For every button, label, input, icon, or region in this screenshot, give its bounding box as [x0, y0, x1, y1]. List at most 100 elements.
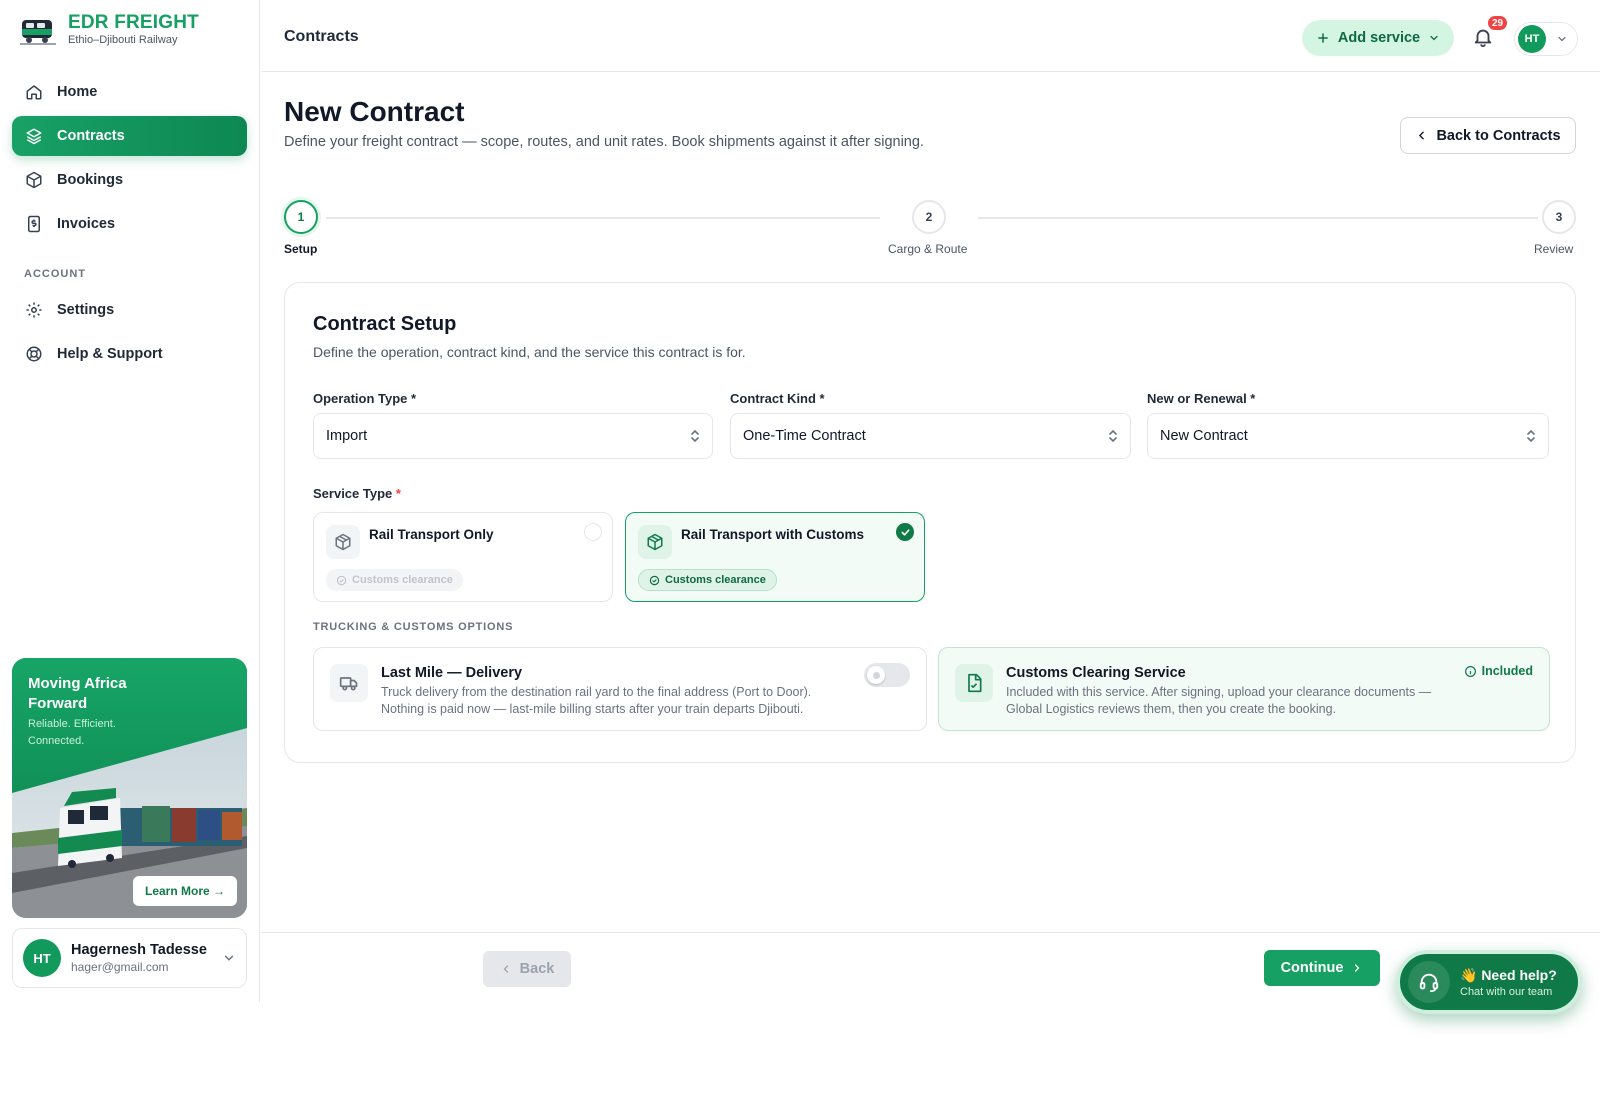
- chevron-down-icon: [1558, 36, 1566, 42]
- page-title: New Contract: [284, 96, 465, 127]
- sidebar-item-home[interactable]: Home: [12, 72, 247, 112]
- card-subtitle: Define the operation, contract kind, and…: [313, 344, 746, 360]
- chevron-updown-icon: [1109, 429, 1117, 443]
- step-3-label: Review: [1534, 242, 1574, 256]
- new-or-renewal-select[interactable]: New Contract: [1147, 413, 1549, 459]
- sidebar-item-settings[interactable]: Settings: [12, 290, 247, 330]
- last-mile-option: Last Mile — Delivery Truck delivery from…: [313, 647, 927, 731]
- stepper: 1 Setup 2 Cargo & Route 3 Review: [284, 200, 1576, 260]
- back-to-contracts-label: Back to Contracts: [1436, 127, 1561, 144]
- customs-clearing-option: Customs Clearing Service Included with t…: [938, 647, 1550, 731]
- included-label: Included: [1481, 664, 1533, 678]
- continue-button[interactable]: Continue: [1264, 950, 1380, 986]
- user-menu[interactable]: HT: [1514, 22, 1578, 56]
- promo-subtitle: Reliable. Efficient. Connected.: [28, 718, 116, 747]
- sidebar-item-label: Invoices: [57, 216, 116, 232]
- service-option-rail-only[interactable]: Rail Transport Only Customs clearance: [313, 512, 613, 602]
- service-option-title: Rail Transport Only: [369, 527, 494, 542]
- notification-badge: 29: [1486, 14, 1510, 32]
- last-mile-title: Last Mile — Delivery: [381, 665, 523, 681]
- contract-kind-select[interactable]: One-Time Contract: [730, 413, 1131, 459]
- step-2-circle[interactable]: 2: [912, 200, 946, 234]
- new-or-renewal-value: New Contract: [1160, 428, 1248, 444]
- last-mile-desc-line-1: Truck delivery from the destination rail…: [381, 685, 812, 699]
- toggle-knob: [867, 666, 885, 684]
- chip-label: Customs clearance: [352, 574, 453, 586]
- user-card[interactable]: HT Hagernesh Tadesse hager@gmail.com: [12, 928, 247, 988]
- train-logo-icon: [20, 19, 56, 45]
- operation-type-select[interactable]: Import: [313, 413, 713, 459]
- check-circle-icon[interactable]: [896, 523, 914, 541]
- included-badge: Included: [1464, 664, 1533, 678]
- customs-chip: Customs clearance: [638, 569, 777, 591]
- operation-type-label: Operation Type *: [313, 391, 417, 406]
- contract-setup-card: Contract Setup Define the operation, con…: [284, 282, 1576, 763]
- user-email: hager@gmail.com: [71, 960, 169, 974]
- home-icon: [24, 82, 44, 102]
- service-type-label-text: Service Type: [313, 486, 393, 501]
- back-button[interactable]: Back: [483, 951, 571, 987]
- step-1-label: Setup: [284, 242, 318, 256]
- customs-desc-line-2: Global Logistics reviews them, then you …: [1006, 702, 1337, 716]
- brand-subtitle: Ethio–Djibouti Railway: [68, 34, 178, 46]
- promo-card: Moving Africa Forward Reliable. Efficien…: [12, 658, 247, 918]
- chevron-down-icon: [1430, 35, 1438, 41]
- topbar: Contracts Add service 29 HT: [261, 0, 1600, 72]
- truck-icon: [330, 664, 368, 702]
- sidebar-item-label: Contracts: [57, 128, 125, 144]
- step-1-circle[interactable]: 1: [284, 200, 318, 234]
- sidebar-item-label: Help & Support: [57, 346, 163, 362]
- card-title: Contract Setup: [313, 313, 457, 335]
- sidebar-item-bookings[interactable]: Bookings: [12, 160, 247, 200]
- app: EDR FREIGHT Ethio–Djibouti Railway Home …: [0, 0, 1600, 1112]
- add-service-button[interactable]: Add service: [1302, 20, 1454, 56]
- service-option-title: Rail Transport with Customs: [681, 527, 865, 542]
- user-name: Hagernesh Tadesse: [71, 942, 207, 958]
- chevron-left-icon: [1419, 131, 1425, 140]
- customs-chip: Customs clearance: [326, 569, 463, 591]
- avatar: HT: [23, 939, 61, 977]
- back-label: Back: [519, 961, 555, 977]
- page-breadcrumb: Contracts: [284, 28, 359, 45]
- back-to-contracts-button[interactable]: Back to Contracts: [1400, 117, 1576, 154]
- service-type-label: Service Type *: [313, 486, 401, 501]
- sidebar-item-contracts[interactable]: Contracts: [12, 116, 247, 156]
- gear-icon: [24, 300, 44, 320]
- chevron-updown-icon: [1527, 429, 1535, 443]
- box-icon: [24, 170, 44, 190]
- package-icon: [326, 525, 360, 559]
- chevron-right-icon: [1355, 964, 1360, 972]
- lifebuoy-icon: [24, 344, 44, 364]
- last-mile-description: Truck delivery from the destination rail…: [381, 684, 841, 718]
- sidebar: EDR FREIGHT Ethio–Djibouti Railway Home …: [0, 0, 260, 1002]
- contract-kind-value: One-Time Contract: [743, 428, 866, 444]
- info-icon: [1464, 665, 1476, 677]
- sidebar-item-invoices[interactable]: Invoices: [12, 204, 247, 244]
- account-section-title: ACCOUNT: [24, 268, 86, 280]
- service-radio[interactable]: [584, 523, 602, 541]
- shield-check-icon: [649, 575, 660, 585]
- last-mile-toggle[interactable]: [864, 663, 910, 687]
- avatar: HT: [1518, 25, 1546, 53]
- customs-desc-line-1: Included with this service. After signin…: [1006, 685, 1432, 699]
- brand[interactable]: EDR FREIGHT Ethio–Djibouti Railway: [20, 12, 199, 47]
- add-service-label: Add service: [1337, 30, 1421, 46]
- document-icon: [955, 664, 993, 702]
- sidebar-item-label: Home: [57, 84, 98, 100]
- continue-label: Continue: [1280, 960, 1344, 976]
- sidebar-nav: Home Contracts Bookings Invoices ACCOUNT…: [12, 72, 247, 378]
- sidebar-item-help[interactable]: Help & Support: [12, 334, 247, 374]
- promo-title: Moving Africa Forward: [28, 675, 127, 712]
- service-option-rail-with-customs[interactable]: Rail Transport with Customs Customs clea…: [625, 512, 925, 602]
- step-3-circle[interactable]: 3: [1542, 200, 1576, 234]
- invoice-icon: [24, 214, 44, 234]
- brand-name: EDR FREIGHT: [68, 12, 199, 33]
- sidebar-item-label: Bookings: [57, 172, 124, 188]
- required-marker: *: [395, 486, 401, 501]
- new-or-renewal-label: New or Renewal *: [1147, 391, 1256, 406]
- learn-more-button[interactable]: Learn More →: [132, 876, 237, 906]
- help-chat-button[interactable]: 👋 Need help? Chat with our team: [1396, 950, 1582, 1014]
- headset-icon: [1408, 961, 1450, 1003]
- sidebar-item-label: Settings: [57, 302, 115, 318]
- step-connector: [326, 217, 880, 219]
